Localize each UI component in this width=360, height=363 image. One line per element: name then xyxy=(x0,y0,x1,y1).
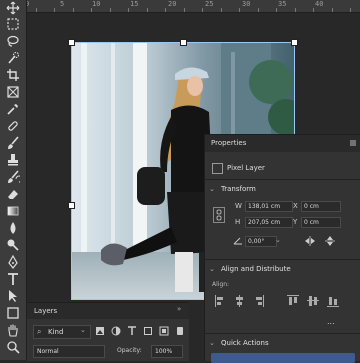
filter-shape-icon[interactable] xyxy=(143,326,153,336)
quick-select-icon[interactable] xyxy=(3,50,23,65)
collapse-panel-icon[interactable]: » xyxy=(177,305,181,313)
top-ruler: 0 5 10 15 20 25 30 35 40 xyxy=(26,0,360,13)
ruler-label: 40 xyxy=(315,0,324,8)
y-field[interactable]: 0 cm xyxy=(301,217,341,228)
layer-type-label: Pixel Layer xyxy=(227,164,265,172)
x-label: X xyxy=(293,202,298,210)
chevron-down-icon[interactable]: ⌄ xyxy=(209,185,215,193)
crop-icon[interactable] xyxy=(3,67,23,82)
layer-filter-dropdown[interactable]: ⌕ Kind ⌄ xyxy=(33,325,91,339)
brush-icon[interactable] xyxy=(3,135,23,150)
gradient-icon[interactable] xyxy=(3,203,23,218)
layers-tab[interactable]: Layers xyxy=(34,307,57,315)
blend-mode-value: Normal xyxy=(37,348,59,355)
flip-vertical-icon[interactable] xyxy=(325,236,335,246)
hand-icon[interactable] xyxy=(3,322,23,337)
x-field[interactable]: 0 cm xyxy=(301,201,341,212)
w-label: W xyxy=(235,202,242,210)
ruler-label: 20 xyxy=(168,0,177,8)
filter-pixel-icon[interactable] xyxy=(95,326,105,336)
transform-section-title: Transform xyxy=(221,185,256,193)
align-label: Align: xyxy=(212,281,230,288)
angle-dropdown-icon[interactable]: ⌄ xyxy=(275,236,281,244)
ruler-label: 5 xyxy=(60,0,65,8)
eraser-icon[interactable] xyxy=(3,186,23,201)
width-field[interactable]: 138,01 cm xyxy=(245,201,293,212)
quick-actions-title: Quick Actions xyxy=(221,339,269,347)
more-options-icon[interactable]: ... xyxy=(327,317,335,326)
properties-title: Properties xyxy=(211,139,247,147)
filter-adjustment-icon[interactable] xyxy=(111,326,121,336)
frame-icon[interactable] xyxy=(3,84,23,99)
blend-mode-dropdown[interactable]: Normal xyxy=(33,345,105,358)
blur-icon[interactable] xyxy=(3,220,23,235)
panel-menu-icon[interactable] xyxy=(349,139,357,147)
tools-panel xyxy=(0,0,27,360)
ruler-label: 35 xyxy=(278,0,287,8)
stamp-icon[interactable] xyxy=(3,152,23,167)
opacity-label: Opacity: xyxy=(117,347,142,354)
opacity-field[interactable]: 100% xyxy=(151,345,183,358)
ruler-label: 25 xyxy=(205,0,214,8)
filter-type-icon[interactable] xyxy=(127,326,137,336)
transform-handle[interactable] xyxy=(68,202,75,209)
transform-handle[interactable] xyxy=(68,39,75,46)
opacity-value: 100% xyxy=(155,348,173,355)
quick-action-button[interactable] xyxy=(211,353,355,363)
path-select-icon[interactable] xyxy=(3,288,23,303)
filter-toggle[interactable] xyxy=(177,327,183,335)
filter-smart-object-icon[interactable] xyxy=(159,326,169,336)
search-icon: ⌕ xyxy=(37,327,42,336)
layers-tab-bar: Layers » xyxy=(27,303,189,319)
align-buttons-left xyxy=(215,295,275,307)
angle-icon xyxy=(233,237,243,245)
height-field[interactable]: 207,05 cm xyxy=(245,217,293,228)
pen-icon[interactable] xyxy=(3,254,23,269)
chevron-down-icon[interactable]: ⌄ xyxy=(209,265,215,273)
dodge-icon[interactable] xyxy=(3,237,23,252)
flip-horizontal-icon[interactable] xyxy=(305,236,315,246)
angle-field[interactable]: 0,00° xyxy=(245,236,277,247)
layers-panel: Layers » ⌕ Kind ⌄ Normal Opacity: 100% xyxy=(27,302,189,361)
history-brush-icon[interactable] xyxy=(3,169,23,184)
h-label: H xyxy=(235,218,241,226)
marquee-icon[interactable] xyxy=(3,16,23,31)
lasso-icon[interactable] xyxy=(3,33,23,48)
chevron-down-icon[interactable]: ⌄ xyxy=(209,339,215,347)
link-proportions-icon[interactable] xyxy=(213,207,225,223)
transform-handle[interactable] xyxy=(291,39,298,46)
properties-tab[interactable]: Properties xyxy=(205,135,360,152)
shape-icon[interactable] xyxy=(3,305,23,320)
healing-icon[interactable] xyxy=(3,118,23,133)
type-icon[interactable] xyxy=(3,271,23,286)
y-label: Y xyxy=(293,218,298,226)
pixel-layer-icon xyxy=(212,163,223,174)
ruler-label: 30 xyxy=(242,0,251,8)
properties-panel: Properties Pixel Layer ⌄ Transform W 138… xyxy=(204,134,360,363)
zoom-icon[interactable] xyxy=(3,339,23,354)
eyedropper-icon[interactable] xyxy=(3,101,23,116)
filter-kind-label: Kind xyxy=(48,328,64,336)
ruler-label: 10 xyxy=(92,0,101,8)
move-icon[interactable] xyxy=(3,0,23,15)
align-section-title: Align and Distribute xyxy=(221,265,291,273)
ruler-label: 15 xyxy=(130,0,139,8)
chevron-down-icon: ⌄ xyxy=(80,326,86,334)
transform-handle[interactable] xyxy=(180,39,187,46)
align-buttons-right xyxy=(287,295,347,307)
